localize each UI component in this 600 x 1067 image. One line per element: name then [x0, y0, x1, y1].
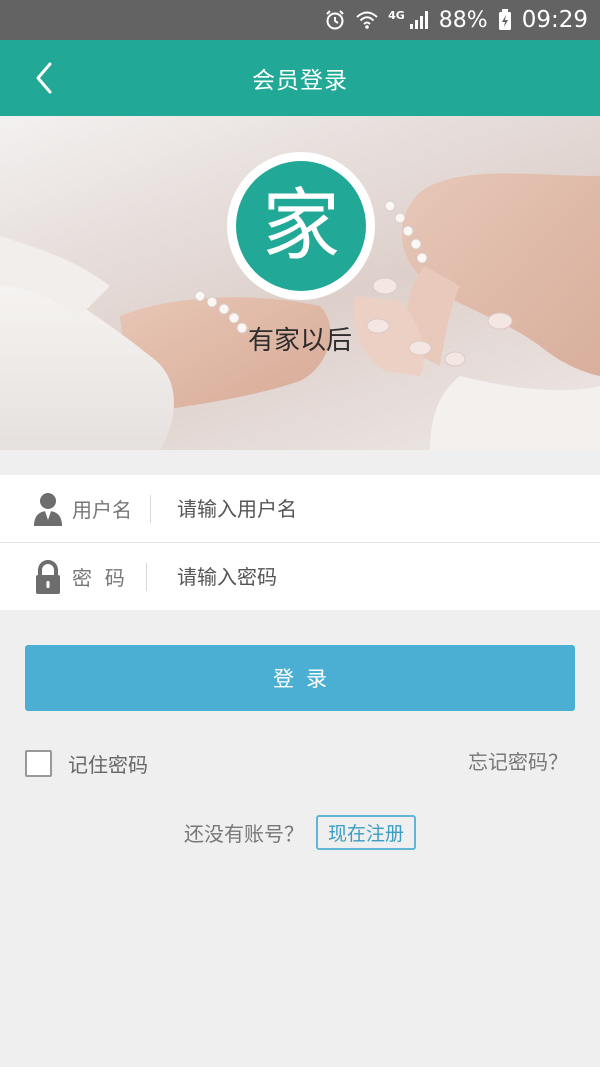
back-button[interactable] — [24, 58, 64, 98]
remember-label: 记住密码 — [68, 753, 148, 777]
register-prompt-row: 还没有账号？ 现在注册 — [0, 815, 600, 850]
logo-char: 家 — [236, 161, 366, 291]
lock-icon — [33, 559, 63, 595]
chevron-left-icon — [36, 62, 52, 94]
user-icon — [33, 491, 63, 527]
password-row: 密 码 — [0, 543, 600, 610]
field-divider — [150, 494, 151, 523]
register-prompt: 还没有账号？ — [183, 822, 304, 846]
username-row: 用户名 — [0, 475, 600, 543]
battery-charging-icon — [498, 9, 512, 31]
login-form: 用户名 密 码 — [0, 475, 600, 610]
app-logo: 家 — [227, 152, 375, 300]
slogan: 有家以后 — [247, 326, 352, 356]
username-input[interactable] — [165, 486, 565, 531]
password-input[interactable] — [165, 554, 565, 599]
login-button[interactable]: 登录 — [25, 645, 575, 711]
app-header: 会员登录 — [0, 40, 600, 116]
alarm-icon — [324, 9, 346, 31]
status-bar: 4G 88% 09:29 — [0, 0, 600, 40]
forgot-password-link[interactable]: 忘记密码？ — [468, 746, 568, 775]
remember-checkbox[interactable] — [25, 750, 52, 777]
username-label: 用户名 — [72, 498, 132, 522]
banner-image: 家 有家以后 — [0, 116, 600, 450]
battery-percent: 88% — [438, 7, 488, 33]
clock: 09:29 — [521, 7, 588, 33]
wifi-icon — [356, 10, 378, 30]
register-button[interactable]: 现在注册 — [315, 815, 416, 850]
password-label: 密 码 — [72, 566, 125, 590]
signal-icon — [409, 10, 429, 30]
remember-password-toggle[interactable]: 记住密码 — [25, 749, 148, 778]
network-type: 4G — [388, 8, 405, 22]
page-title: 会员登录 — [252, 68, 348, 94]
field-divider — [146, 562, 147, 591]
